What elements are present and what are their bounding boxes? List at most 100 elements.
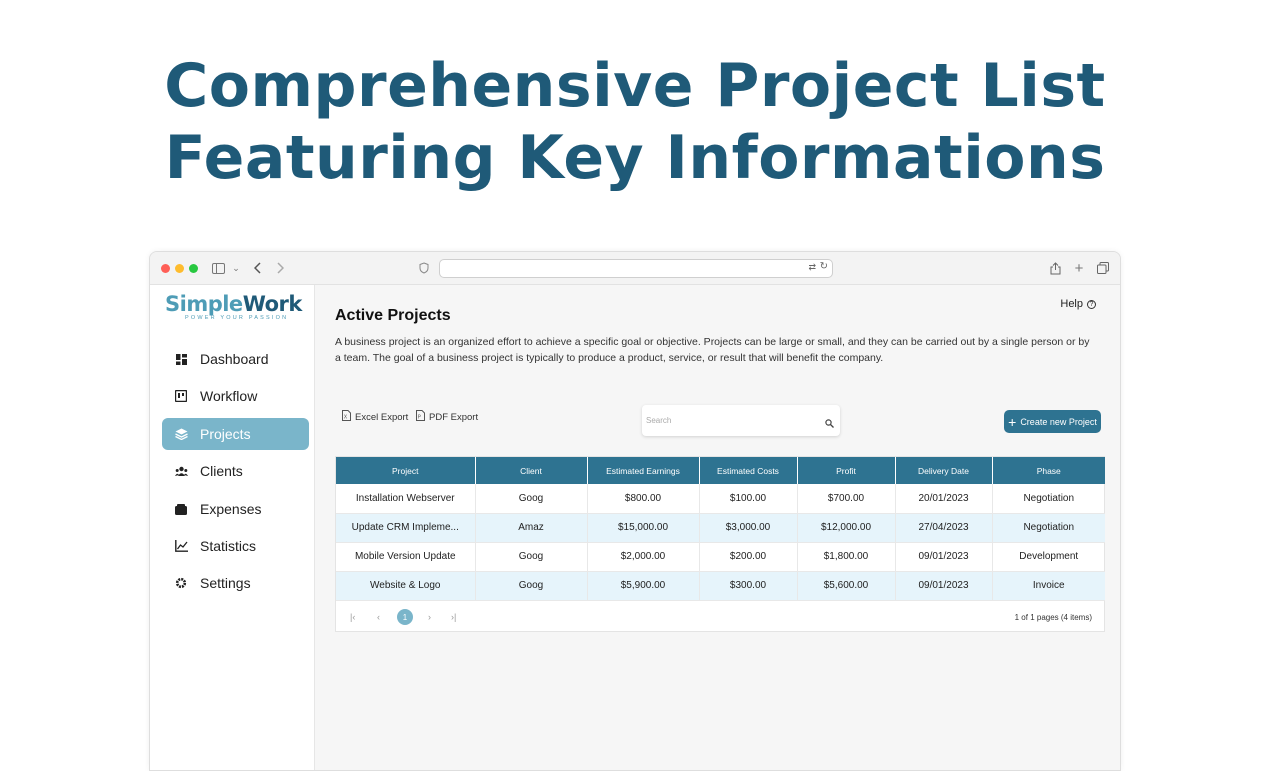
excel-file-icon: X: [342, 410, 351, 424]
search-icon[interactable]: [825, 415, 835, 428]
excel-export-button[interactable]: X Excel Export: [342, 410, 408, 424]
column-header-estimated-costs[interactable]: Estimated Costs: [699, 457, 798, 484]
cell-project: Update CRM Impleme...: [336, 513, 476, 543]
cell-estimated-costs: $100.00: [699, 484, 798, 514]
forward-icon[interactable]: [272, 260, 288, 276]
cell-estimated-costs: $200.00: [699, 542, 798, 572]
pdf-file-icon: P: [416, 410, 425, 424]
cell-delivery-date: 09/01/2023: [895, 571, 993, 601]
table-row[interactable]: Update CRM Impleme... Amaz $15,000.00 $3…: [336, 513, 1105, 543]
cell-profit: $700.00: [797, 484, 896, 514]
cell-project: Installation Webserver: [336, 484, 476, 514]
cell-estimated-earnings: $800.00: [587, 484, 700, 514]
address-bar[interactable]: ⇄ ↻: [439, 259, 833, 278]
cell-estimated-costs: $300.00: [699, 571, 798, 601]
cell-estimated-earnings: $15,000.00: [587, 513, 700, 543]
hero-line-1: Comprehensive Project List: [164, 51, 1106, 121]
users-icon: [174, 464, 188, 478]
cell-delivery-date: 27/04/2023: [895, 513, 993, 543]
help-link[interactable]: Help ?: [1060, 298, 1096, 310]
reload-icon[interactable]: ↻: [820, 261, 828, 272]
cell-client: Goog: [475, 571, 588, 601]
sidebar-item-label: Clients: [200, 463, 243, 479]
sidebar-item-label: Dashboard: [200, 351, 269, 367]
main-content: Help ? Active Projects A business projec…: [316, 285, 1120, 770]
browser-window: ⌄ ⇄ ↻ + SimpleWork POWER YOUR PASSION Da…: [149, 251, 1121, 771]
wallet-icon: [174, 502, 188, 516]
cell-delivery-date: 20/01/2023: [895, 484, 993, 514]
cell-estimated-costs: $3,000.00: [699, 513, 798, 543]
cell-client: Goog: [475, 484, 588, 514]
sidebar-item-statistics[interactable]: Statistics: [162, 530, 309, 562]
table-row[interactable]: Website & Logo Goog $5,900.00 $300.00 $5…: [336, 571, 1105, 601]
help-icon: ?: [1087, 299, 1096, 309]
sidebar-item-settings[interactable]: Settings: [162, 567, 309, 599]
column-header-client[interactable]: Client: [475, 457, 588, 484]
table-header-row: Project Client Estimated Earnings Estima…: [336, 457, 1105, 484]
page-1-button[interactable]: 1: [397, 609, 413, 625]
sidebar-item-expenses[interactable]: Expenses: [162, 493, 309, 525]
translate-icon[interactable]: ⇄: [808, 262, 816, 273]
cell-profit: $1,800.00: [797, 542, 896, 572]
help-label: Help: [1060, 298, 1083, 310]
cell-phase: Negotiation: [992, 484, 1105, 514]
table-row[interactable]: Installation Webserver Goog $800.00 $100…: [336, 484, 1105, 514]
cell-phase: Development: [992, 542, 1105, 572]
sidebar-item-projects[interactable]: Projects: [162, 418, 309, 450]
back-icon[interactable]: [250, 260, 266, 276]
svg-text:P: P: [418, 415, 421, 421]
page-title: Active Projects: [335, 307, 451, 324]
search-box: [642, 405, 840, 436]
table-row[interactable]: Mobile Version Update Goog $2,000.00 $20…: [336, 542, 1105, 572]
svg-text:X: X: [344, 415, 348, 421]
dashboard-icon: [174, 352, 188, 366]
hero-heading: Comprehensive Project List Featuring Key…: [0, 50, 1270, 194]
column-header-phase[interactable]: Phase: [992, 457, 1105, 484]
hero-line-2: Featuring Key Informations: [164, 123, 1106, 193]
cell-client: Goog: [475, 542, 588, 572]
column-header-profit[interactable]: Profit: [797, 457, 896, 484]
create-new-project-button[interactable]: + Create new Project: [1004, 410, 1101, 433]
sidebar-item-label: Settings: [200, 575, 251, 591]
share-icon[interactable]: [1047, 260, 1063, 276]
new-tab-icon[interactable]: +: [1071, 260, 1087, 277]
first-page-button[interactable]: |‹: [350, 612, 355, 622]
projects-table: Project Client Estimated Earnings Estima…: [335, 456, 1105, 632]
cell-profit: $12,000.00: [797, 513, 896, 543]
sidebar-item-label: Projects: [200, 426, 251, 442]
next-page-button[interactable]: ›: [428, 612, 431, 622]
cell-delivery-date: 09/01/2023: [895, 542, 993, 572]
cell-phase: Invoice: [992, 571, 1105, 601]
shield-icon: [416, 260, 432, 276]
logo-part-simple: Simple: [165, 292, 243, 316]
sidebar-item-label: Statistics: [200, 538, 257, 554]
cell-estimated-earnings: $5,900.00: [587, 571, 700, 601]
last-page-button[interactable]: ›|: [451, 612, 456, 622]
create-new-project-label: Create new Project: [1020, 416, 1097, 427]
simplework-logo[interactable]: SimpleWork POWER YOUR PASSION: [165, 291, 302, 321]
excel-export-label: Excel Export: [355, 411, 409, 423]
column-header-delivery-date[interactable]: Delivery Date: [895, 457, 993, 484]
gear-icon: [174, 576, 188, 590]
prev-page-button[interactable]: ‹: [377, 612, 380, 622]
pagination: |‹ ‹ 1 › ›| 1 of 1 pages (4 items): [336, 604, 1104, 632]
maximize-window-button[interactable]: [189, 264, 198, 273]
cell-phase: Negotiation: [992, 513, 1105, 543]
browser-titlebar: ⌄ ⇄ ↻ +: [150, 252, 1120, 285]
sidebar-item-dashboard[interactable]: Dashboard: [162, 343, 309, 375]
search-input[interactable]: [646, 413, 816, 427]
cell-estimated-earnings: $2,000.00: [587, 542, 700, 572]
sidebar-item-workflow[interactable]: Workflow: [162, 380, 309, 412]
tabs-overview-icon[interactable]: [1095, 260, 1111, 276]
sidebar: SimpleWork POWER YOUR PASSION Dashboard …: [150, 285, 315, 770]
logo-part-work: Work: [242, 292, 303, 316]
chevron-down-icon[interactable]: ⌄: [228, 260, 244, 276]
pdf-export-button[interactable]: P PDF Export: [416, 410, 478, 424]
column-header-project[interactable]: Project: [336, 457, 476, 484]
minimize-window-button[interactable]: [175, 264, 184, 273]
sidebar-item-clients[interactable]: Clients: [162, 455, 309, 487]
sidebar-item-label: Expenses: [200, 501, 262, 517]
close-window-button[interactable]: [161, 264, 170, 273]
column-header-estimated-earnings[interactable]: Estimated Earnings: [587, 457, 700, 484]
sidebar-toggle-icon[interactable]: [210, 260, 226, 276]
